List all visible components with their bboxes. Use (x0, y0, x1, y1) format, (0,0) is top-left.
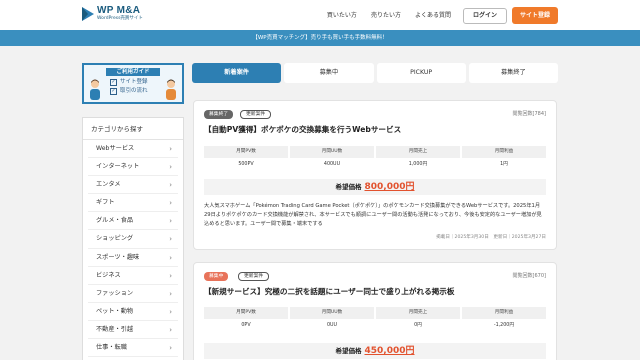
chevron-right-icon: › (169, 199, 172, 208)
chevron-right-icon: › (169, 289, 172, 298)
category-item[interactable]: ビジネス › (88, 267, 178, 285)
header-nav: 買いたい方 売りたい方 よくある質問 ログイン サイト登録 (313, 7, 558, 24)
category-item[interactable]: ギフト › (88, 194, 178, 213)
metric-label: 月間UU数 (290, 307, 374, 319)
signup-button[interactable]: サイト登録 (511, 7, 558, 24)
guide-item-site-registration[interactable]: ✓ サイト登録 (110, 79, 148, 86)
metric-value: 1,000円 (408, 162, 428, 167)
metric-value: 0UU (326, 323, 338, 328)
metrics-table: 月間PV数 500PV 月間UU数 400UU 月間売上 1,000円 月間利益 1円 (204, 146, 546, 172)
metric-label: 月間PV数 (204, 307, 288, 319)
tab-closed[interactable]: 募集終了 (468, 63, 558, 83)
category-item[interactable]: ペット・動物 › (88, 303, 178, 321)
guide-title: ご利用ガイド (106, 68, 160, 76)
category-heading: カテゴリから探す (83, 118, 183, 140)
category-item[interactable]: Webサービス › (88, 140, 178, 159)
chevron-right-icon: › (169, 217, 172, 226)
guide-item-label: サイト登録 (120, 79, 148, 85)
price-label: 希望価格 (335, 183, 362, 191)
listing-tabs: 新着案件 募集中 PICKUP 募集終了 (192, 63, 558, 83)
price-value: 800,000円 (364, 182, 415, 192)
chevron-right-icon: › (169, 163, 172, 172)
logo-subtitle: WordPress売買サイト (97, 16, 143, 21)
guide-item-transaction-flow[interactable]: ✓ 取引の流れ (110, 88, 148, 95)
nav-sell[interactable]: 売りたい方 (371, 8, 401, 24)
chevron-right-icon: › (169, 271, 172, 280)
tab-recruiting[interactable]: 募集中 (284, 63, 374, 83)
price-label: 希望価格 (335, 347, 362, 355)
chevron-right-icon: › (169, 307, 172, 316)
metric-value: 0円 (414, 323, 422, 328)
metric-label: 月間売上 (376, 307, 460, 319)
view-count: 閲覧回数[670] (512, 273, 546, 279)
metric-value: 400UU (323, 162, 341, 167)
category-item[interactable]: インターネット › (88, 158, 178, 177)
chevron-right-icon: › (169, 145, 172, 153)
category-item[interactable]: ショッピング › (88, 230, 178, 249)
category-item[interactable]: 不動産・引越 › (88, 321, 178, 340)
category-item[interactable]: スポーツ・趣味 › (88, 249, 178, 267)
listing-card[interactable]: 募集中 更新案件 閲覧回数[670] 【新規サービス】究極の二択を話題にユーザー… (193, 262, 557, 360)
listing-description: 大人気スマホゲーム「Pokémon Trading Card Game Pock… (204, 203, 542, 227)
price-row: 希望価格 800,000円 (204, 179, 546, 195)
status-badge: 募集中 (204, 272, 229, 281)
logo-arrow-icon (82, 7, 94, 21)
price-value: 450,000円 (364, 346, 415, 356)
metric-value: -1,200円 (493, 323, 515, 328)
chevron-right-icon: › (169, 325, 172, 334)
metric-label: 月間利益 (462, 146, 546, 158)
metric-value: 1円 (500, 162, 508, 167)
update-badge: 更新案件 (240, 110, 272, 119)
category-item[interactable]: エンタメ › (88, 176, 178, 195)
user-guide-box[interactable]: ご利用ガイド ✓ サイト登録 ✓ 取引の流れ (82, 63, 184, 104)
metric-value: 500PV (238, 162, 254, 167)
price-row: 希望価格 450,000円 (204, 343, 546, 359)
nav-faq[interactable]: よくある質問 (415, 8, 451, 24)
site-logo[interactable]: WP M&A WordPress売買サイト (82, 6, 143, 22)
metric-label: 月間UU数 (290, 146, 374, 158)
category-list: カテゴリから探す Webサービス › インターネット › エンタメ › ギフト › グル… (82, 117, 184, 360)
person-right-icon (166, 79, 176, 100)
chevron-right-icon: › (169, 181, 172, 190)
tab-new[interactable]: 新着案件 (192, 63, 282, 83)
check-icon: ✓ (110, 88, 117, 95)
login-button[interactable]: ログイン (462, 7, 507, 24)
metric-value: 0PV (241, 323, 251, 328)
chevron-right-icon: › (169, 235, 172, 244)
announcement-banner[interactable]: 【WP売買マッチング】売り手も買い手も手数料無料！ (0, 30, 640, 46)
tab-pickup[interactable]: PICKUP (376, 63, 466, 83)
metric-label: 月間利益 (462, 307, 546, 319)
category-item[interactable]: グルメ・食品 › (88, 212, 178, 231)
listing-dates: 掲載日｜2025年3月30日 更新日｜2025年3月27日 (436, 235, 546, 240)
person-left-icon (90, 79, 100, 100)
check-icon: ✓ (110, 79, 117, 86)
status-badge: 募集終了 (204, 110, 234, 119)
listing-title[interactable]: 【自動PV獲得】ポケポケの交換募集を行うWebサービス (204, 124, 401, 135)
site-header: WP M&A WordPress売買サイト 買いたい方 売りたい方 よくある質問… (0, 0, 640, 30)
metrics-table: 月間PV数 0PV 月間UU数 0UU 月間売上 0円 月間利益 -1,200円 (204, 307, 546, 333)
update-badge: 更新案件 (238, 272, 270, 281)
metric-label: 月間PV数 (204, 146, 288, 158)
logo-title: WP M&A (97, 5, 141, 16)
chevron-right-icon: › (169, 344, 172, 353)
nav-buy[interactable]: 買いたい方 (327, 8, 357, 24)
guide-item-label: 取引の流れ (120, 88, 148, 94)
chevron-right-icon: › (169, 253, 172, 262)
category-item[interactable]: 仕事・転職 › (88, 339, 178, 358)
category-item[interactable]: ファッション › (88, 285, 178, 303)
listing-card[interactable]: 募集終了 更新案件 閲覧回数[784] 【自動PV獲得】ポケポケの交換募集を行う… (193, 100, 557, 250)
view-count: 閲覧回数[784] (512, 111, 546, 117)
metric-label: 月間売上 (376, 146, 460, 158)
listing-title[interactable]: 【新規サービス】究極の二択を話題にユーザー同士で盛り上がれる掲示板 (204, 286, 454, 297)
